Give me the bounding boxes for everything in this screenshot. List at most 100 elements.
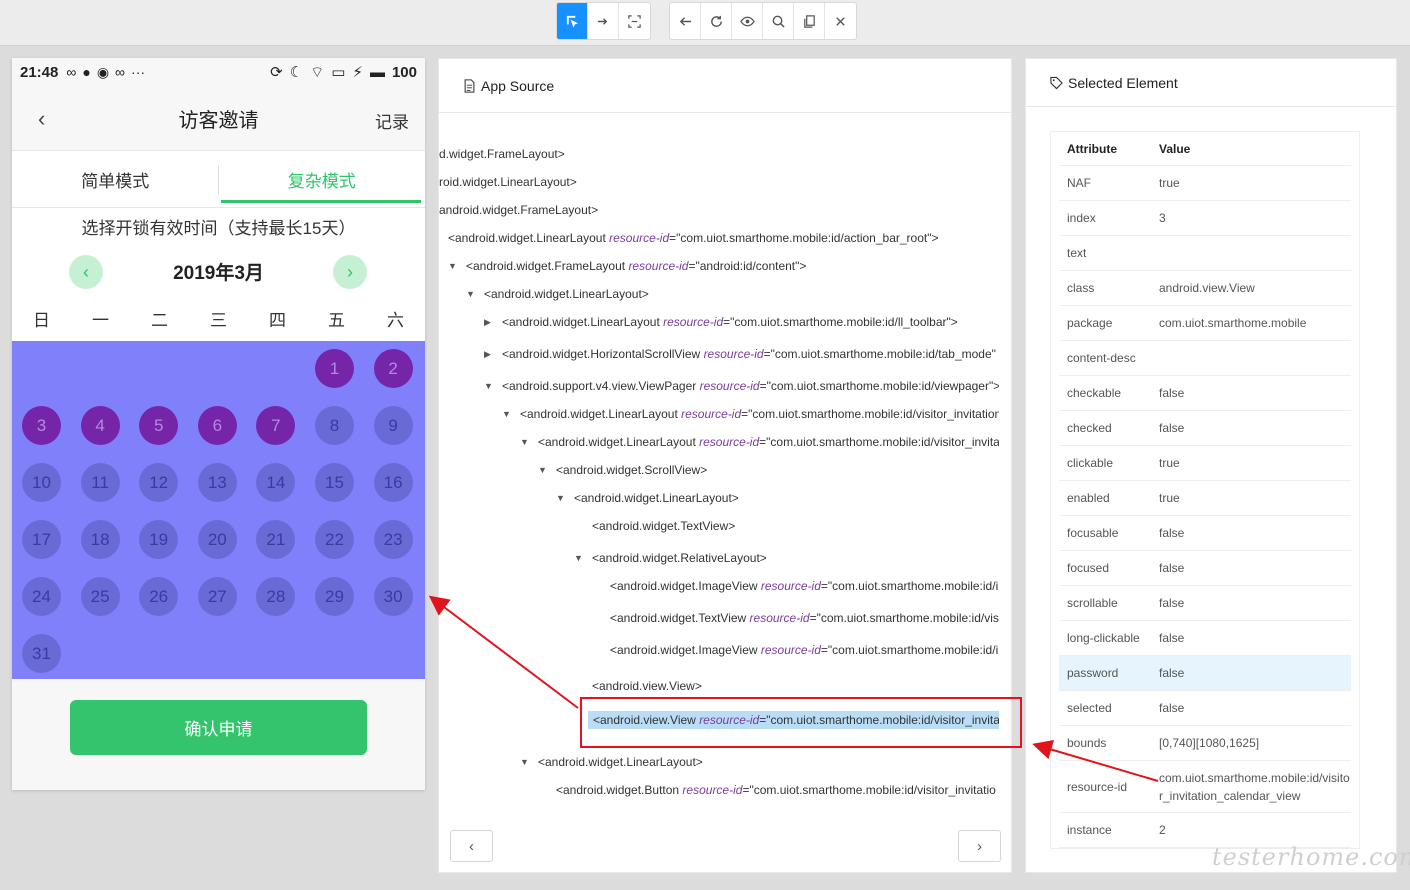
calendar-day[interactable]: 29 (315, 577, 354, 616)
caret-down-icon[interactable]: ▼ (520, 757, 529, 767)
calendar-day[interactable]: 23 (373, 520, 413, 559)
tree-node[interactable]: <android.widget.LinearLayout resource-id… (448, 231, 938, 245)
calendar-day[interactable]: 31 (22, 634, 61, 673)
calendar-day[interactable]: 11 (80, 463, 120, 502)
calendar-day[interactable]: 21 (256, 520, 296, 559)
caret-right-icon[interactable]: ▶ (484, 349, 491, 360)
tap-coordinates-button[interactable] (619, 3, 650, 39)
attribute-row-focusable[interactable]: focusable false (1059, 516, 1351, 551)
calendar-day[interactable]: 30 (373, 577, 413, 616)
caret-down-icon[interactable]: ▼ (502, 409, 511, 419)
calendar-day[interactable]: 3 (22, 406, 61, 445)
attribute-row-index[interactable]: index 3 (1059, 201, 1351, 236)
calendar-day[interactable]: 17 (22, 520, 61, 559)
attribute-row-package[interactable]: package com.uiot.smarthome.mobile (1059, 306, 1351, 341)
attribute-row-enabled[interactable]: enabled true (1059, 481, 1351, 516)
tree-node[interactable]: <android.widget.LinearLayout> (484, 287, 649, 301)
calendar-day[interactable]: 4 (80, 406, 120, 445)
tree-node[interactable]: <android.widget.ImageView resource-id="c… (610, 579, 998, 593)
scroll-left-button[interactable]: ‹ (450, 830, 493, 862)
tab-simple-mode[interactable]: 简单模式 (12, 151, 219, 207)
calendar-day[interactable]: 7 (256, 406, 296, 445)
calendar-day[interactable]: 19 (139, 520, 179, 559)
caret-down-icon[interactable]: ▼ (484, 381, 493, 391)
attribute-row-checked[interactable]: checked false (1059, 411, 1351, 446)
back-button[interactable] (670, 3, 701, 39)
attribute-row-selected[interactable]: selected false (1059, 691, 1351, 726)
calendar-day[interactable]: 14 (256, 463, 296, 502)
tree-node[interactable]: <android.widget.HorizontalScrollView res… (502, 347, 996, 361)
tree-node[interactable]: roid.widget.LinearLayout> (439, 175, 577, 189)
tree-node[interactable]: <android.widget.RelativeLayout> (592, 551, 767, 565)
tree-node[interactable]: <android.widget.LinearLayout resource-id… (520, 407, 999, 421)
caret-down-icon[interactable]: ▼ (556, 493, 565, 503)
search-button[interactable] (763, 3, 794, 39)
calendar-day[interactable]: 25 (80, 577, 120, 616)
calendar-day[interactable]: 27 (197, 577, 237, 616)
tree-node[interactable]: android.widget.FrameLayout> (439, 203, 598, 217)
tree-node[interactable]: <android.support.v4.view.ViewPager resou… (502, 379, 999, 393)
calendar-day[interactable]: 24 (22, 577, 61, 616)
calendar-day[interactable]: 28 (256, 577, 296, 616)
tab-complex-mode[interactable]: 复杂模式 (219, 151, 426, 207)
calendar-day[interactable]: 20 (197, 520, 237, 559)
calendar-day[interactable]: 1 (315, 349, 354, 388)
tree-node[interactable]: <android.widget.ScrollView> (556, 463, 707, 477)
calendar-day[interactable]: 5 (139, 406, 179, 445)
record-link[interactable]: 记录 (375, 108, 409, 133)
calendar-day[interactable]: 9 (373, 406, 413, 445)
tree-node[interactable]: <android.widget.LinearLayout> (574, 491, 739, 505)
prev-month-button[interactable]: ‹ (69, 255, 103, 289)
calendar-day[interactable]: 6 (197, 406, 237, 445)
tree-node[interactable]: <android.widget.TextView resource-id="co… (610, 611, 999, 625)
calendar-day[interactable]: 22 (315, 520, 354, 559)
calendar-day[interactable]: 16 (373, 463, 413, 502)
scroll-right-button[interactable]: › (958, 830, 1001, 862)
tree-node[interactable]: d.widget.FrameLayout> (439, 147, 565, 161)
caret-down-icon[interactable]: ▼ (538, 465, 547, 475)
caret-right-icon[interactable]: ▶ (484, 317, 491, 328)
attribute-row-content-desc[interactable]: content-desc (1059, 341, 1351, 376)
attribute-row-checkable[interactable]: checkable false (1059, 376, 1351, 411)
tree-node[interactable]: <android.view.View> (592, 679, 702, 693)
calendar-day[interactable]: 13 (197, 463, 237, 502)
attribute-row-scrollable[interactable]: scrollable false (1059, 586, 1351, 621)
calendar-day[interactable]: 15 (315, 463, 354, 502)
swipe-button[interactable] (588, 3, 619, 39)
attribute-row-text[interactable]: text (1059, 236, 1351, 271)
confirm-apply-button[interactable]: 确认申请 (70, 700, 367, 755)
calendar-day[interactable]: 8 (315, 406, 354, 445)
caret-down-icon[interactable]: ▼ (574, 553, 583, 563)
show-hidden-button[interactable] (732, 3, 763, 39)
attribute-row-bounds[interactable]: bounds [0,740][1080,1625] (1059, 726, 1351, 761)
tree-node[interactable]: <android.widget.FrameLayout resource-id=… (466, 259, 806, 273)
attribute-row-class[interactable]: class android.view.View (1059, 271, 1351, 306)
caret-down-icon[interactable]: ▼ (448, 261, 457, 271)
tree-node[interactable]: <android.widget.Button resource-id="com.… (556, 783, 996, 797)
calendar-day[interactable]: 12 (139, 463, 179, 502)
quit-session-button[interactable] (825, 3, 856, 39)
tree-node[interactable]: <android.widget.LinearLayout> (538, 755, 703, 769)
chevron-left-icon[interactable]: ‹ (38, 106, 45, 132)
attribute-row-password[interactable]: password false (1059, 656, 1351, 691)
refresh-button[interactable] (701, 3, 732, 39)
calendar-day[interactable]: 2 (373, 349, 413, 388)
calendar-view[interactable]: 1 2 3 4 5 6 7 8 9 10 11 12 13 14 15 16 17 18 19 20 21 22 23 24 2… (12, 341, 425, 679)
tree-node[interactable]: <android.widget.ImageView resource-id="c… (610, 643, 998, 657)
copy-xml-button[interactable] (794, 3, 825, 39)
attribute-row-resource-id[interactable]: resource-id com.uiot.smarthome.mobile:id/… (1059, 761, 1351, 813)
attribute-row-focused[interactable]: focused false (1059, 551, 1351, 586)
attribute-row-long-clickable[interactable]: long-clickable false (1059, 621, 1351, 656)
next-month-button[interactable]: › (333, 255, 367, 289)
calendar-day[interactable]: 18 (80, 520, 120, 559)
calendar-day[interactable]: 26 (139, 577, 179, 616)
attribute-row-clickable[interactable]: clickable true (1059, 446, 1351, 481)
device-screenshot[interactable]: 21:48 ∞ ● ◉ ∞ ··· ⟳ ☾ ⌔ ▭ ⚡ ▬ 100 ‹ 访客邀请… (12, 58, 425, 790)
calendar-day[interactable]: 10 (22, 463, 61, 502)
attribute-row-NAF[interactable]: NAF true (1059, 166, 1351, 201)
tree-node[interactable]: <android.widget.TextView> (592, 519, 735, 533)
tree-node[interactable]: <android.widget.LinearLayout resource-id… (538, 435, 999, 449)
tree-node[interactable]: <android.widget.LinearLayout resource-id… (502, 315, 958, 329)
caret-down-icon[interactable]: ▼ (520, 437, 529, 447)
select-element-button[interactable] (557, 3, 588, 39)
